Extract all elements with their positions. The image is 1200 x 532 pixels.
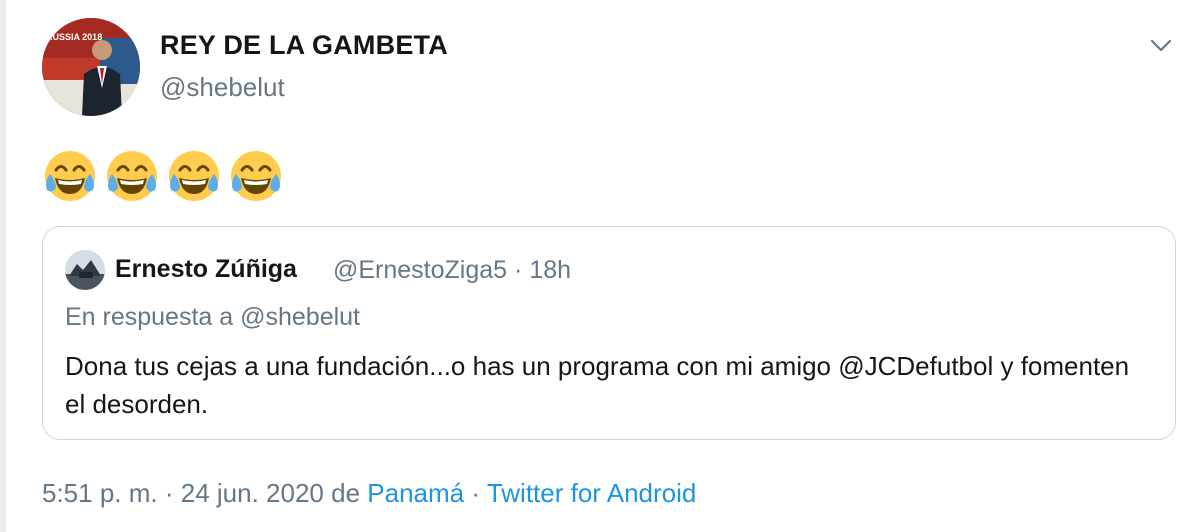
avatar-image: RUSSIA 2018 <box>42 18 140 116</box>
avatar[interactable]: RUSSIA 2018 <box>42 18 140 116</box>
chevron-down-icon[interactable] <box>1146 30 1176 60</box>
meta-separator: · <box>514 256 523 284</box>
quoted-author-handle[interactable]: @ErnestoZiga5 <box>333 256 507 284</box>
footer-separator: · <box>471 478 481 508</box>
quoted-time[interactable]: 18h <box>529 256 571 284</box>
tweet-footer: 5:51 p. m. · 24 jun. 2020 de Panamá · Tw… <box>42 478 696 509</box>
avatar-badge-text: RUSSIA 2018 <box>46 32 102 42</box>
quoted-tweet[interactable]: Ernesto Zúñiga @ErnestoZiga5 · 18h En re… <box>42 226 1176 440</box>
tweet-time[interactable]: 5:51 p. m. <box>42 478 158 508</box>
quoted-avatar[interactable] <box>65 250 105 290</box>
display-name[interactable]: REY DE LA GAMBETA <box>160 30 448 61</box>
user-handle[interactable]: @shebelut <box>160 72 285 103</box>
tears-of-joy-icon <box>45 151 95 201</box>
tears-of-joy-icon <box>231 151 281 201</box>
location-prefix: de <box>331 478 361 508</box>
tweet-card: RUSSIA 2018 REY DE LA GAMBETA @shebelut <box>0 0 1200 532</box>
quoted-avatar-image <box>65 250 105 290</box>
source-link[interactable]: Twitter for Android <box>487 478 697 508</box>
quoted-meta: @ErnestoZiga5 · 18h <box>333 256 571 285</box>
location-link[interactable]: Panamá <box>367 478 464 508</box>
quoted-tweet-text: Dona tus cejas a una fundación...o has u… <box>65 351 1130 419</box>
quoted-author-name[interactable]: Ernesto Zúñiga <box>115 255 297 284</box>
tears-of-joy-icon <box>107 151 157 201</box>
tweet-text <box>42 148 284 208</box>
reply-context: En respuesta a @shebelut <box>65 303 361 331</box>
tears-of-joy-icon <box>169 151 219 201</box>
tweet-date[interactable]: 24 jun. 2020 <box>181 478 324 508</box>
footer-separator: · <box>164 478 174 508</box>
